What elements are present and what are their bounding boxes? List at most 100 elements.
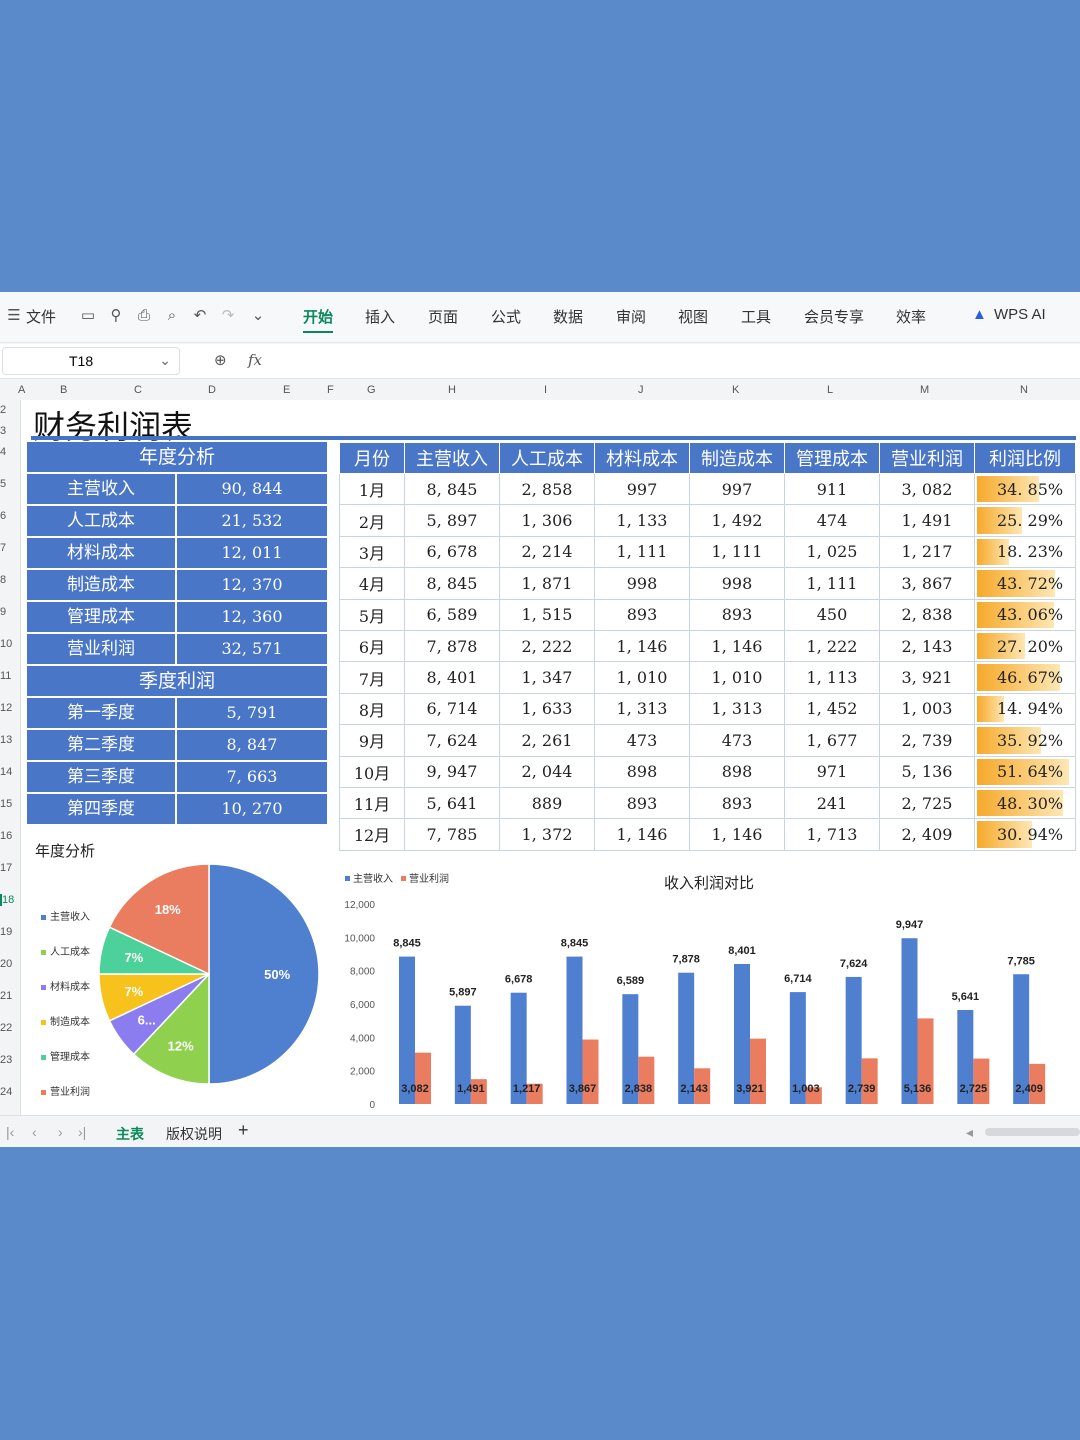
tab-home[interactable]: 开始	[303, 306, 334, 333]
chevron-down-icon[interactable]: ⌄	[159, 352, 171, 369]
table-cell[interactable]: 1, 347	[499, 661, 595, 694]
table-cell[interactable]: 2, 739	[879, 724, 975, 757]
tab-formula[interactable]: 公式	[491, 306, 521, 327]
row-header[interactable]: 4	[0, 446, 6, 458]
profit-ratio-cell[interactable]: 46. 67%	[974, 661, 1076, 694]
row-header[interactable]: 10	[0, 638, 12, 650]
profit-ratio-cell[interactable]: 43. 72%	[974, 567, 1076, 600]
table-cell[interactable]: 1, 010	[689, 661, 785, 694]
horizontal-scrollbar[interactable]	[985, 1128, 1080, 1136]
tab-efficiency[interactable]: 效率	[896, 306, 926, 327]
month-cell[interactable]: 11月	[339, 786, 405, 820]
col-header[interactable]: K	[732, 384, 739, 396]
col-header[interactable]: I	[544, 384, 547, 396]
table-cell[interactable]: 971	[784, 755, 880, 788]
summary-value[interactable]: 5, 791	[177, 698, 327, 728]
table-cell[interactable]: 1, 113	[784, 661, 880, 694]
share-icon[interactable]: ⚲	[108, 308, 124, 324]
tab-tools[interactable]: 工具	[741, 306, 771, 327]
month-cell[interactable]: 5月	[339, 598, 405, 631]
summary-value[interactable]: 7, 663	[177, 762, 327, 792]
profit-ratio-cell[interactable]: 18. 23%	[974, 535, 1076, 569]
row-header[interactable]: 18	[0, 894, 14, 906]
income-bar[interactable]	[901, 938, 918, 1104]
redo-icon[interactable]: ↷	[220, 308, 236, 324]
table-cell[interactable]: 6, 589	[404, 598, 500, 631]
table-cell[interactable]: 997	[689, 472, 785, 506]
table-cell[interactable]: 2, 409	[879, 818, 975, 851]
summary-label[interactable]: 材料成本	[27, 538, 177, 568]
table-cell[interactable]: 1, 146	[594, 629, 690, 663]
table-cell[interactable]: 1, 306	[499, 504, 595, 537]
summary-label[interactable]: 制造成本	[27, 570, 177, 600]
table-cell[interactable]: 997	[594, 472, 690, 506]
print-icon[interactable]: ⎙	[136, 308, 152, 324]
month-cell[interactable]: 9月	[339, 724, 405, 757]
save-icon[interactable]: ▭	[80, 308, 96, 324]
table-cell[interactable]: 7, 878	[404, 629, 500, 663]
summary-value[interactable]: 32, 571	[177, 634, 327, 664]
table-cell[interactable]: 889	[499, 786, 595, 820]
tab-page[interactable]: 页面	[428, 306, 458, 327]
table-cell[interactable]: 8, 401	[404, 661, 500, 694]
column-header-cell[interactable]: 材料成本	[594, 442, 690, 474]
profit-bar[interactable]	[861, 1058, 878, 1104]
column-header-cell[interactable]: 制造成本	[689, 442, 785, 474]
wps-ai-icon[interactable]: ▲	[972, 306, 987, 323]
hamburger-icon[interactable]: ☰	[6, 308, 22, 324]
profit-ratio-cell[interactable]: 35. 92%	[974, 724, 1076, 757]
scroll-left-icon[interactable]: ◂	[966, 1124, 973, 1141]
summary-label[interactable]: 人工成本	[27, 506, 177, 536]
table-cell[interactable]: 1, 217	[879, 535, 975, 569]
table-cell[interactable]: 6, 714	[404, 692, 500, 726]
table-cell[interactable]: 998	[689, 567, 785, 600]
table-cell[interactable]: 1, 010	[594, 661, 690, 694]
table-cell[interactable]: 8, 845	[404, 567, 500, 600]
row-header[interactable]: 14	[0, 766, 12, 778]
row-header[interactable]: 5	[0, 478, 6, 490]
month-cell[interactable]: 10月	[339, 755, 405, 788]
table-cell[interactable]: 1, 146	[689, 629, 785, 663]
table-cell[interactable]: 1, 713	[784, 818, 880, 851]
row-header[interactable]: 9	[0, 606, 6, 618]
column-header-cell[interactable]: 管理成本	[784, 442, 880, 474]
row-header[interactable]: 21	[0, 990, 12, 1002]
table-cell[interactable]: 2, 143	[879, 629, 975, 663]
row-header[interactable]: 19	[0, 926, 12, 938]
income-bar[interactable]	[566, 956, 583, 1104]
table-cell[interactable]: 1, 111	[784, 567, 880, 600]
table-cell[interactable]: 5, 897	[404, 504, 500, 537]
column-header-cell[interactable]: 营业利润	[879, 442, 975, 474]
profit-ratio-cell[interactable]: 14. 94%	[974, 692, 1076, 726]
table-cell[interactable]: 1, 633	[499, 692, 595, 726]
next-sheet-icon[interactable]: ›	[58, 1124, 63, 1140]
row-header[interactable]: 22	[0, 1022, 12, 1034]
wps-ai-button[interactable]: WPS AI	[994, 306, 1046, 323]
table-cell[interactable]: 5, 641	[404, 786, 500, 820]
table-cell[interactable]: 1, 133	[594, 504, 690, 537]
table-cell[interactable]: 1, 515	[499, 598, 595, 631]
chevron-down-icon[interactable]: ⌄	[250, 308, 266, 324]
table-cell[interactable]: 898	[594, 755, 690, 788]
last-sheet-icon[interactable]: ›|	[78, 1124, 86, 1140]
first-sheet-icon[interactable]: |‹	[6, 1124, 14, 1140]
row-header[interactable]: 3	[0, 425, 6, 437]
table-cell[interactable]: 2, 725	[879, 786, 975, 820]
profit-ratio-cell[interactable]: 30. 94%	[974, 818, 1076, 851]
file-menu[interactable]: 文件	[26, 306, 56, 327]
month-cell[interactable]: 4月	[339, 567, 405, 600]
table-cell[interactable]: 2, 858	[499, 472, 595, 506]
row-header[interactable]: 20	[0, 958, 12, 970]
table-cell[interactable]: 1, 003	[879, 692, 975, 726]
col-header[interactable]: H	[448, 384, 456, 396]
summary-label[interactable]: 营业利润	[27, 634, 177, 664]
table-cell[interactable]: 8, 845	[404, 472, 500, 506]
table-cell[interactable]: 1, 222	[784, 629, 880, 663]
profit-ratio-cell[interactable]: 27. 20%	[974, 629, 1076, 663]
fx-icon[interactable]: fx	[248, 351, 262, 369]
table-cell[interactable]: 1, 452	[784, 692, 880, 726]
col-header[interactable]: L	[827, 384, 833, 396]
row-header[interactable]: 6	[0, 510, 6, 522]
profit-ratio-cell[interactable]: 48. 30%	[974, 786, 1076, 820]
table-cell[interactable]: 474	[784, 504, 880, 537]
